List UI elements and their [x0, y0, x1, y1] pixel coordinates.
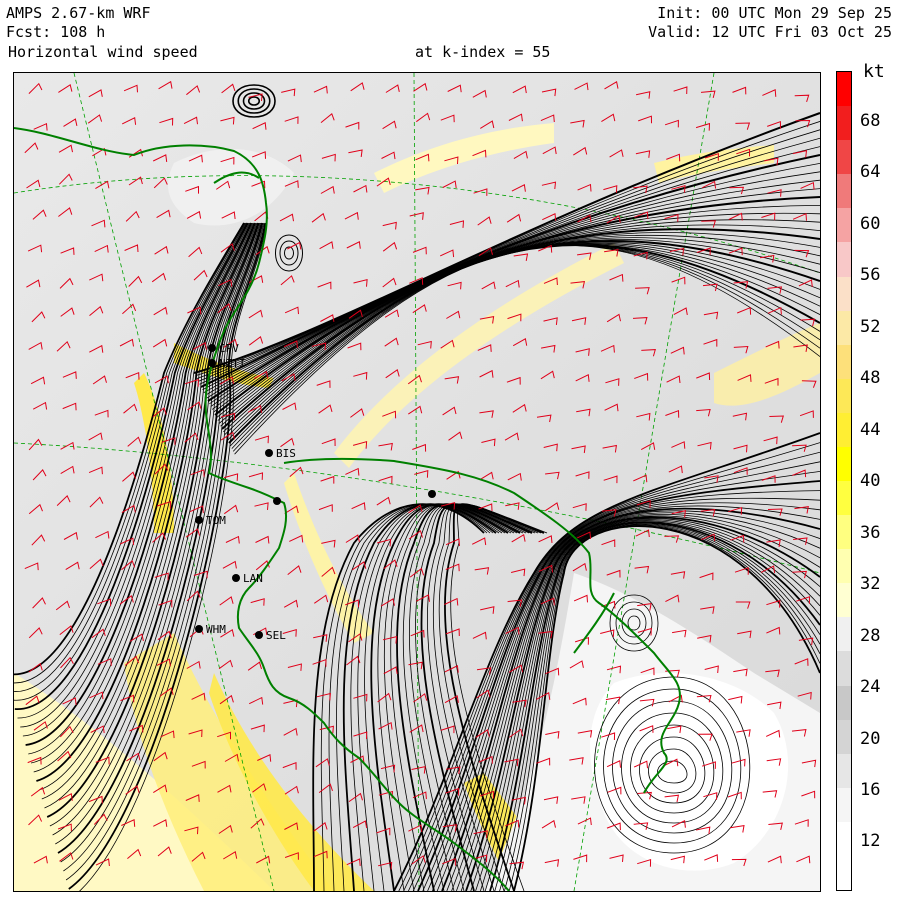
colorbar-tick-label: 68 — [860, 111, 881, 131]
colorbar-segment — [837, 753, 851, 789]
map-canvas: CPV NZTI BIS TOM LAN WHM SEL — [14, 73, 820, 891]
station-label: SEL — [266, 629, 286, 642]
colorbar — [836, 71, 852, 891]
colorbar-segment — [837, 446, 851, 482]
colorbar-segment — [837, 855, 851, 891]
colorbar-segment — [837, 378, 851, 414]
colorbar-segment — [837, 617, 851, 652]
valid-time: Valid: 12 UTC Fri 03 Oct 25 — [648, 23, 892, 41]
colorbar-segment — [837, 242, 851, 277]
station-label: LAN — [243, 572, 263, 585]
colorbar-tick-label: 32 — [860, 574, 881, 594]
station-marker — [208, 344, 216, 352]
colorbar-segment — [837, 719, 851, 755]
colorbar-segment — [837, 651, 851, 686]
station-marker — [273, 497, 281, 505]
colorbar-segment — [837, 549, 851, 584]
colorbar-tick-label: 12 — [860, 831, 881, 851]
colorbar-tick-label: 56 — [860, 265, 881, 285]
colorbar-segment — [837, 515, 851, 550]
colorbar-tick-label: 44 — [860, 420, 881, 440]
station-marker — [428, 490, 436, 498]
colorbar-segment — [837, 72, 851, 107]
colorbar-segment — [837, 208, 851, 243]
colorbar-segment — [837, 685, 851, 721]
colorbar-segment — [837, 276, 851, 312]
vertical-level: at k-index = 55 — [415, 43, 551, 61]
colorbar-tick-label: 28 — [860, 626, 881, 646]
colorbar-tick-label: 16 — [860, 780, 881, 800]
station-marker — [195, 625, 203, 633]
colorbar-segment — [837, 310, 851, 346]
station-label: TOM — [206, 514, 226, 527]
station-label: CPV — [219, 342, 239, 355]
station-marker — [255, 631, 263, 639]
station-marker — [232, 574, 240, 582]
station-marker — [265, 449, 273, 457]
colorbar-tick-label: 64 — [860, 162, 881, 182]
colorbar-segment — [837, 583, 851, 618]
colorbar-segment — [837, 106, 851, 141]
station-marker — [195, 516, 203, 524]
colorbar-segment — [837, 344, 851, 380]
colorbar-segment — [837, 140, 851, 175]
colorbar-tick-label: 48 — [860, 368, 881, 388]
colorbar-unit: kt — [863, 61, 885, 82]
wind-speed-map: CPV NZTI BIS TOM LAN WHM SEL — [13, 72, 821, 892]
colorbar-tick-label: 40 — [860, 471, 881, 491]
forecast-hour: Fcst: 108 h — [6, 23, 106, 41]
colorbar-segment — [837, 787, 851, 823]
station-label: BIS — [276, 447, 296, 460]
colorbar-tick-label: 60 — [860, 214, 881, 234]
field-name: Horizontal wind speed — [8, 43, 198, 61]
colorbar-segment — [837, 821, 851, 857]
colorbar-segment — [837, 174, 851, 209]
colorbar-tick-label: 24 — [860, 677, 881, 697]
station-label: WHM — [206, 623, 226, 636]
init-time: Init: 00 UTC Mon 29 Sep 25 — [657, 4, 892, 22]
colorbar-segment — [837, 481, 851, 516]
station-marker — [208, 359, 216, 367]
colorbar-tick-label: 20 — [860, 729, 881, 749]
colorbar-tick-label: 52 — [860, 317, 881, 337]
colorbar-tick-label: 36 — [860, 523, 881, 543]
model-title: AMPS 2.67-km WRF — [6, 4, 151, 22]
colorbar-segment — [837, 412, 851, 448]
station-label: NZTI — [219, 357, 246, 370]
